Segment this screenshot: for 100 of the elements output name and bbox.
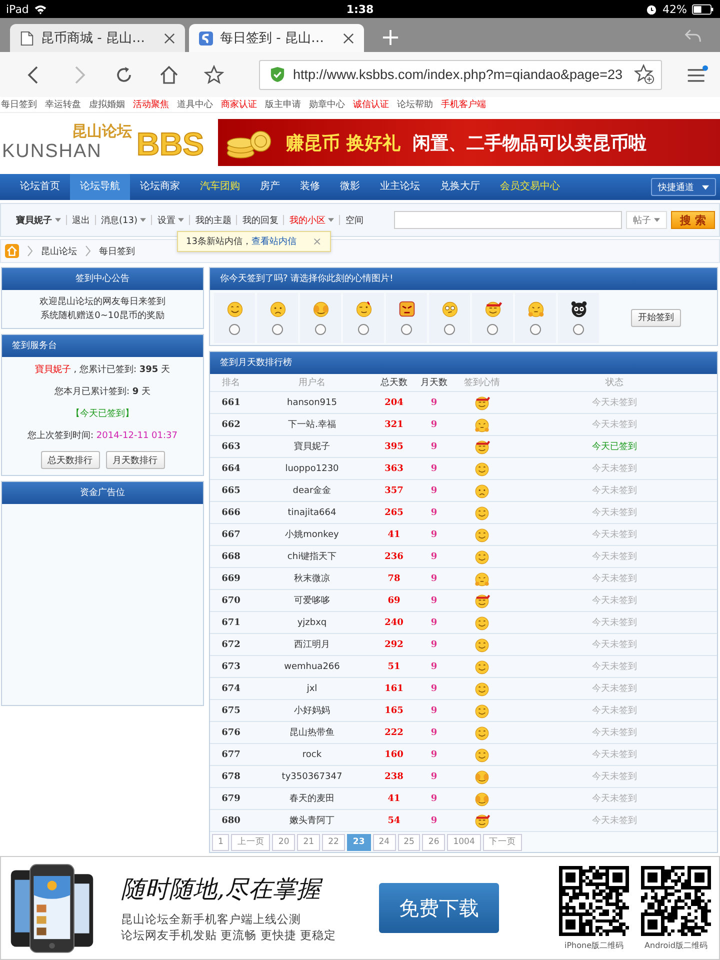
browser-tab[interactable]: 昆币商城 - 昆山…	[10, 24, 185, 52]
table-cell-text: 665	[220, 486, 242, 496]
nav-tab[interactable]: 会员交易中心	[490, 174, 570, 200]
page-link[interactable]: 1	[212, 834, 230, 850]
table-cell-text: 668	[220, 552, 242, 562]
column-header: 签到心情	[463, 376, 501, 389]
table-cell-text: 667	[220, 530, 242, 540]
close-icon[interactable]	[343, 32, 354, 44]
qr-code-icon	[559, 866, 629, 936]
page-link[interactable]: 22	[322, 834, 345, 850]
table-cell-text: 今天未签到	[591, 792, 638, 805]
table-cell-text: 今天未签到	[591, 616, 638, 629]
nav-tab[interactable]: 微影	[330, 174, 370, 200]
caret-icon	[328, 218, 334, 222]
page-link[interactable]: 上一页	[231, 834, 270, 850]
page-link[interactable]: 24	[372, 834, 396, 850]
user-menu-link[interactable]: 消息(13)	[101, 214, 146, 226]
radio-button[interactable]	[272, 324, 283, 335]
nav-tab[interactable]: 兑换大厅	[430, 174, 490, 200]
table-cell-text: 今天未签到	[591, 550, 638, 563]
quick-link[interactable]: 手机客户端	[441, 98, 486, 111]
breadcrumb-separator-icon	[85, 245, 91, 257]
ad-banner[interactable]: 赚昆币 换好礼 闲置、二手物品可以卖昆币啦	[218, 119, 720, 166]
total-checkins-text: , 您累计已签到: 395 天	[72, 365, 170, 375]
table-cell-text: 9	[430, 442, 438, 452]
radio-button[interactable]	[444, 324, 455, 335]
mood-option[interactable]	[558, 292, 599, 342]
free-download-button[interactable]: 免费下载	[379, 883, 499, 933]
table-cell-text: 9	[430, 596, 438, 606]
wifi-icon	[34, 4, 47, 14]
breadcrumb-link[interactable]: 每日签到	[99, 244, 135, 258]
month-checkins-text: 您本月已累计签到: 9 天	[53, 386, 152, 399]
caret-icon	[140, 218, 146, 222]
quick-link[interactable]: 道具中心	[177, 98, 213, 111]
add-bookmark-icon[interactable]	[634, 64, 655, 85]
start-checkin-button[interactable]: 开始签到	[631, 308, 681, 326]
nav-tab[interactable]: 论坛商家	[130, 174, 190, 200]
user-menu-link[interactable]: 我的主题	[195, 214, 232, 226]
radio-button[interactable]	[358, 324, 369, 335]
radio-button[interactable]	[401, 324, 412, 335]
user-menu-link[interactable]: 我的回复	[242, 214, 278, 226]
search-field[interactable]	[394, 211, 622, 229]
radio-button[interactable]	[315, 324, 326, 335]
undo-arrow-icon[interactable]	[684, 28, 702, 43]
search-scope-dropdown[interactable]: 帖子	[626, 211, 667, 229]
page-link[interactable]: 25	[398, 834, 420, 850]
table-cell-text: chi键指天下	[286, 550, 338, 563]
reload-icon[interactable]	[114, 64, 134, 84]
page-link[interactable]: 下一页	[482, 834, 522, 850]
ranking-button[interactable]: 总天数排行	[40, 451, 100, 469]
quick-link[interactable]: 幸运转盘	[45, 98, 81, 111]
view-messages-link[interactable]: 查看站内信	[251, 235, 296, 248]
radio-button[interactable]	[573, 324, 584, 335]
panel-header: 你今天签到了吗? 请选择你此刻的心情图片!	[210, 268, 717, 290]
star-icon[interactable]	[204, 64, 224, 84]
quick-link[interactable]: 勋章中心	[309, 98, 345, 111]
page-link[interactable]: 1004	[447, 834, 481, 850]
user-menu-link[interactable]: 退出	[72, 214, 90, 226]
table-cell-text: tinajita664	[286, 508, 338, 518]
ranking-button[interactable]: 月天数排行	[106, 451, 164, 469]
nav-tab[interactable]: 汽车团购	[190, 174, 250, 200]
breadcrumb-separator-icon	[27, 245, 33, 257]
breadcrumb-link[interactable]: 昆山论坛	[41, 244, 77, 258]
table-cell-text: 9	[430, 618, 438, 628]
radio-button[interactable]	[530, 324, 541, 335]
home-icon[interactable]	[159, 64, 179, 84]
quick-link[interactable]: 商家认证	[221, 98, 257, 111]
username-link[interactable]: 寶貝妮子	[34, 365, 71, 375]
quick-link[interactable]: 版主申请	[265, 98, 301, 111]
browser-tab[interactable]: 每日签到 - 昆山…	[189, 24, 364, 52]
quick-link[interactable]: 活动聚焦	[133, 98, 169, 111]
table-cell-text: 昆山热带鱼	[288, 726, 336, 739]
user-menu-link[interactable]: 我的小区	[289, 214, 334, 226]
table-cell-text: 9	[430, 574, 438, 584]
quick-link[interactable]: 诚信认证	[353, 98, 389, 111]
menu-icon[interactable]	[686, 65, 708, 84]
nav-tab[interactable]: 业主论坛	[370, 174, 430, 200]
page-link[interactable]: 21	[297, 834, 320, 850]
radio-button[interactable]	[487, 324, 498, 335]
nav-tab[interactable]: 装修	[290, 174, 330, 200]
caret-icon	[55, 218, 61, 222]
url-field[interactable]: http://www.ksbbs.com/index.php?m=qiandao&page=23	[259, 60, 662, 90]
quick-link[interactable]: 每日签到	[1, 98, 37, 111]
close-icon[interactable]	[164, 32, 175, 44]
nav-tab[interactable]: 房产	[250, 174, 290, 200]
page-link[interactable]: 20	[272, 834, 296, 850]
nav-tab[interactable]: 论坛导航	[70, 174, 130, 200]
quick-link[interactable]: 论坛帮助	[397, 98, 433, 111]
quick-access-button[interactable]: 快捷通道	[651, 178, 716, 196]
caret-icon	[178, 218, 184, 222]
user-menu-link[interactable]: 空间	[345, 214, 364, 226]
user-menu-link[interactable]: 设置	[157, 214, 184, 226]
quick-link[interactable]: 虚拟婚姻	[89, 98, 125, 111]
new-tab-icon[interactable]	[382, 29, 399, 46]
page-link[interactable]: 26	[422, 834, 446, 850]
radio-button[interactable]	[229, 324, 240, 335]
search-button[interactable]: 搜 索	[671, 211, 715, 229]
nav-tab[interactable]: 论坛首页	[10, 174, 70, 200]
user-menu-link[interactable]: 寶貝妮子	[16, 214, 61, 226]
table-cell-text: 357	[384, 486, 404, 496]
